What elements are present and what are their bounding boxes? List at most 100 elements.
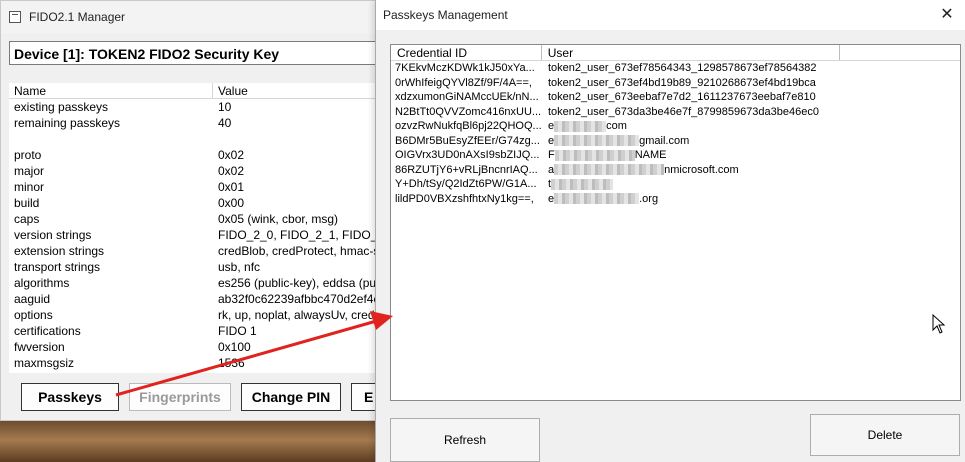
property-row[interactable]: maxmsgsiz 1536 [9, 355, 381, 371]
property-row[interactable]: fwversion 0x100 [9, 339, 381, 355]
credential-row[interactable]: 86RZUTjY6+vRLjBncnrIAQ... a nmicrosoft.com [391, 163, 960, 178]
property-name: minor [14, 180, 45, 194]
property-row[interactable]: build 0x00 [9, 195, 381, 211]
property-name: remaining passkeys [14, 116, 121, 130]
credential-id: ozvzRwNukfqBl6pj22QHOQ... [395, 120, 542, 132]
main-titlebar[interactable]: FIDO2.1 Manager [1, 1, 379, 33]
refresh-button[interactable]: Refresh [390, 418, 540, 462]
property-name: certifications [14, 324, 81, 338]
fido-manager-window: FIDO2.1 Manager Device [1]: TOKEN2 FIDO2… [0, 0, 381, 421]
property-row[interactable]: algorithms es256 (public-key), eddsa (pub [9, 275, 381, 291]
property-name [9, 131, 213, 147]
property-row[interactable]: major 0x02 [9, 163, 381, 179]
property-row[interactable]: options rk, up, noplat, alwaysUv, cred [9, 307, 381, 323]
credential-row[interactable]: B6DMr5BuEsyZfEEr/G74zg... e gmail.com [391, 134, 960, 149]
properties-header: Name Value [9, 83, 381, 99]
column-header-name[interactable]: Name [9, 83, 213, 98]
credentials-header: Credential ID User [391, 45, 960, 61]
credential-user: e gmail.com [542, 134, 689, 149]
redacted-blur [554, 164, 665, 176]
property-value [213, 131, 381, 147]
property-row[interactable]: minor 0x01 [9, 179, 381, 195]
credential-id: 7KEkvMczKDWk1kJ50xYa... [395, 62, 535, 74]
credential-id: N2BtTt0QVVZomc416nxUU... [395, 105, 542, 118]
credential-id: lildPD0VBXzshfhtxNy1kg==, [395, 192, 534, 205]
credential-row[interactable]: 7KEkvMczKDWk1kJ50xYa... token2_user_673ef… [391, 61, 960, 76]
property-value: credBlob, credProtect, hmac-s [218, 244, 380, 258]
credential-user-text: token2_user_673ef4bd19b89_9210268673ef4b… [548, 76, 816, 89]
property-name: version strings [14, 228, 92, 242]
redacted-blur [554, 135, 640, 147]
property-name: proto [14, 148, 42, 162]
credential-id: xdzxumonGiNAMccUEk/nN... [395, 91, 539, 103]
property-row[interactable]: existing passkeys 10 [9, 99, 381, 115]
credential-row[interactable]: lildPD0VBXzshfhtxNy1kg==, e .org [391, 192, 960, 207]
property-row[interactable]: transport strings usb, nfc [9, 259, 381, 275]
properties-table[interactable]: Name Value existing passkeys 10 remaining … [9, 83, 381, 373]
change-pin-button[interactable]: Change PIN [241, 383, 341, 411]
property-value: FIDO_2_0, FIDO_2_1, FIDO_2_1 [218, 228, 381, 242]
property-row[interactable]: certifications FIDO 1 [9, 323, 381, 339]
property-name: existing passkeys [14, 100, 109, 114]
property-name: algorithms [14, 276, 70, 290]
property-value: 10 [218, 100, 232, 114]
credential-user-tail: com [606, 120, 627, 132]
property-value: 0x00 [218, 196, 245, 210]
property-name: build [14, 196, 40, 210]
column-header-credential-id[interactable]: Credential ID [391, 45, 542, 60]
passkeys-button[interactable]: Passkeys [21, 383, 119, 411]
credential-user-text: F [548, 149, 555, 161]
credential-user-text: token2_user_673da3be46e7f_8799859673da3b… [548, 105, 819, 118]
credential-user-tail: gmail.com [639, 134, 690, 147]
credential-user: e .org [542, 192, 658, 207]
credential-user-tail: NAME [634, 149, 667, 161]
property-row[interactable]: extension strings credBlob, credProtect, … [9, 243, 381, 259]
property-value: rk, up, noplat, alwaysUv, cred [218, 308, 375, 322]
property-row[interactable]: remaining passkeys 40 [9, 115, 381, 131]
credential-user: token2_user_673ef78564343_1298578673ef78… [542, 61, 817, 76]
passkeys-titlebar[interactable]: Passkeys Management [376, 0, 965, 30]
property-name: maxmsgsiz [14, 356, 75, 370]
credential-user: token2_user_673da3be46e7f_8799859673da3b… [542, 105, 819, 120]
redacted-blur [551, 178, 614, 190]
credentials-list[interactable]: Credential ID User 7KEkvMczKDWk1kJ50xYa.… [390, 44, 961, 401]
property-value: FIDO 1 [218, 324, 257, 338]
property-row[interactable]: proto 0x02 [9, 147, 381, 163]
property-row[interactable] [9, 131, 381, 147]
credential-user: e com [542, 119, 627, 134]
credential-row[interactable]: ozvzRwNukfqBl6pj22QHOQ... e com [391, 119, 960, 134]
column-header-extra[interactable] [840, 45, 960, 60]
credential-id: OIGVrx3UD0nAXsI9sbZIJQ... [395, 149, 540, 161]
property-name: options [14, 308, 53, 322]
property-value: ab32f0c62239afbbc470d2ef4e2 [218, 292, 381, 306]
column-header-user[interactable]: User [542, 45, 841, 60]
property-value: 0x02 [218, 164, 245, 178]
credential-row[interactable]: OIGVrx3UD0nAXsI9sbZIJQ... F NAME [391, 148, 960, 163]
property-value: 1536 [218, 356, 245, 370]
credential-row[interactable]: Y+Dh/tSy/Q2IdZt6PW/G1A... t [391, 177, 960, 192]
property-row[interactable]: caps 0x05 (wink, cbor, msg) [9, 211, 381, 227]
credential-row[interactable]: N2BtTt0QVVZomc416nxUU... token2_user_673d… [391, 105, 960, 120]
credential-row[interactable]: xdzxumonGiNAMccUEk/nN... token2_user_673e… [391, 90, 960, 105]
close-icon[interactable]: ✕ [937, 4, 957, 24]
credential-id: B6DMr5BuEsyZfEEr/G74zg... [395, 134, 540, 147]
property-row[interactable]: aaguid ab32f0c62239afbbc470d2ef4e2 [9, 291, 381, 307]
credential-user-text: token2_user_673ef78564343_1298578673ef78… [548, 62, 817, 74]
credential-row[interactable]: 0rWhIfeigQYVl8Zf/9F/4A==, token2_user_673… [391, 76, 960, 91]
credential-id: 0rWhIfeigQYVl8Zf/9F/4A==, [395, 76, 532, 89]
property-name: major [14, 164, 45, 178]
property-name: transport strings [14, 260, 101, 274]
credentials-rows: 7KEkvMczKDWk1kJ50xYa... token2_user_673ef… [391, 61, 960, 206]
delete-button[interactable]: Delete [810, 414, 960, 456]
credential-id: Y+Dh/tSy/Q2IdZt6PW/G1A... [395, 178, 537, 190]
device-select[interactable]: Device [1]: TOKEN2 FIDO2 Security Key [9, 41, 381, 65]
property-row[interactable]: version strings FIDO_2_0, FIDO_2_1, FIDO_… [9, 227, 381, 243]
property-name: aaguid [14, 292, 51, 306]
main-window-title: FIDO2.1 Manager [29, 10, 126, 24]
app-icon [9, 11, 21, 23]
property-name: fwversion [14, 340, 65, 354]
property-value: 0x01 [218, 180, 245, 194]
column-header-value[interactable]: Value [213, 83, 381, 98]
fingerprints-button[interactable]: Fingerprints [129, 383, 231, 411]
property-value: 40 [218, 116, 232, 130]
